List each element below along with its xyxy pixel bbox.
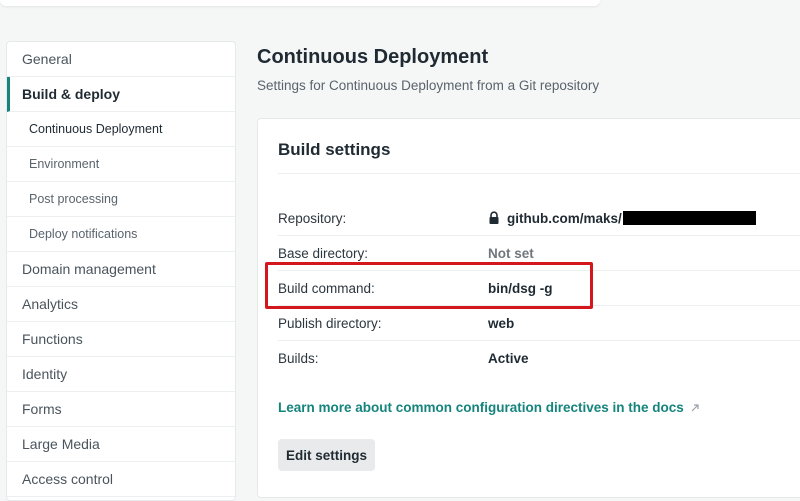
setting-value-build-command: bin/dsg -g xyxy=(488,280,553,296)
sidebar-item-label: Deploy notifications xyxy=(29,227,138,241)
sidebar-item-label: Build & deploy xyxy=(22,86,120,102)
sidebar-item-label: Large Media xyxy=(22,436,100,452)
setting-row-builds: Builds: Active xyxy=(278,341,800,376)
redacted-block xyxy=(622,211,756,225)
sidebar-item-domain-management[interactable]: Domain management xyxy=(7,252,235,287)
sidebar-item-forms[interactable]: Forms xyxy=(7,392,235,427)
sidebar-item-label: Post processing xyxy=(29,192,118,206)
docs-link[interactable]: Learn more about common configuration di… xyxy=(278,400,700,415)
sidebar-item-analytics[interactable]: Analytics xyxy=(7,287,235,322)
lock-icon xyxy=(489,211,499,224)
setting-label: Builds: xyxy=(278,351,319,366)
sidebar-item-large-media[interactable]: Large Media xyxy=(7,427,235,462)
sidebar-item-label: Forms xyxy=(22,401,62,417)
sidebar-item-label: Identity xyxy=(22,366,68,382)
sidebar-item-label: General xyxy=(22,51,72,67)
sidebar-item-label: Analytics xyxy=(22,296,79,312)
card-title: Build settings xyxy=(278,140,391,159)
page-subtitle: Settings for Continuous Deployment from … xyxy=(257,78,600,93)
settings-sidebar: General Build & deploy Continuous Deploy… xyxy=(6,41,236,501)
setting-value-builds: Active xyxy=(488,351,529,366)
sidebar-item-label: Environment xyxy=(29,157,100,171)
page-title: Continuous Deployment xyxy=(257,46,489,68)
sidebar-item-identity[interactable]: Identity xyxy=(7,357,235,392)
setting-label: Repository: xyxy=(278,210,347,226)
setting-value-repository: github.com/maks/ xyxy=(488,211,756,226)
sidebar-item-functions[interactable]: Functions xyxy=(7,322,235,357)
sidebar-item-build-deploy[interactable]: Build & deploy xyxy=(7,77,235,112)
docs-link-label: Learn more about common configuration di… xyxy=(278,400,684,415)
repository-link[interactable]: github.com/maks/ xyxy=(507,211,622,226)
setting-row-publish-directory: Publish directory: web xyxy=(278,306,800,341)
sidebar-subitem-post-processing[interactable]: Post processing xyxy=(7,182,235,217)
sidebar-item-label: Domain management xyxy=(22,261,156,277)
sidebar-item-label: Functions xyxy=(22,331,83,347)
setting-row-base-directory: Base directory: Not set xyxy=(278,236,800,271)
setting-row-repository: Repository: github.com/maks/ xyxy=(278,201,800,236)
top-bar xyxy=(0,0,600,6)
sidebar-subitem-continuous-deployment[interactable]: Continuous Deployment xyxy=(7,112,235,147)
setting-label: Base directory: xyxy=(278,245,369,261)
setting-label: Publish directory: xyxy=(278,315,382,331)
build-settings-card: Build settings Repository: github.com/ma… xyxy=(257,118,800,498)
setting-value-base-directory: Not set xyxy=(488,245,534,261)
external-link-icon xyxy=(691,403,699,411)
card-divider xyxy=(278,173,800,174)
sidebar-item-label: Access control xyxy=(22,471,114,487)
edit-settings-button[interactable]: Edit settings xyxy=(278,439,376,471)
setting-label: Build command: xyxy=(278,280,375,296)
sidebar-subitem-environment[interactable]: Environment xyxy=(7,147,235,182)
setting-row-build-command: Build command: bin/dsg -g xyxy=(278,271,800,306)
setting-value-publish-directory: web xyxy=(488,315,515,331)
sidebar-item-general[interactable]: General xyxy=(7,42,235,77)
sidebar-subitem-deploy-notifications[interactable]: Deploy notifications xyxy=(7,217,235,252)
sidebar-item-access-control[interactable]: Access control xyxy=(7,462,235,497)
sidebar-item-label: Continuous Deployment xyxy=(29,122,163,136)
